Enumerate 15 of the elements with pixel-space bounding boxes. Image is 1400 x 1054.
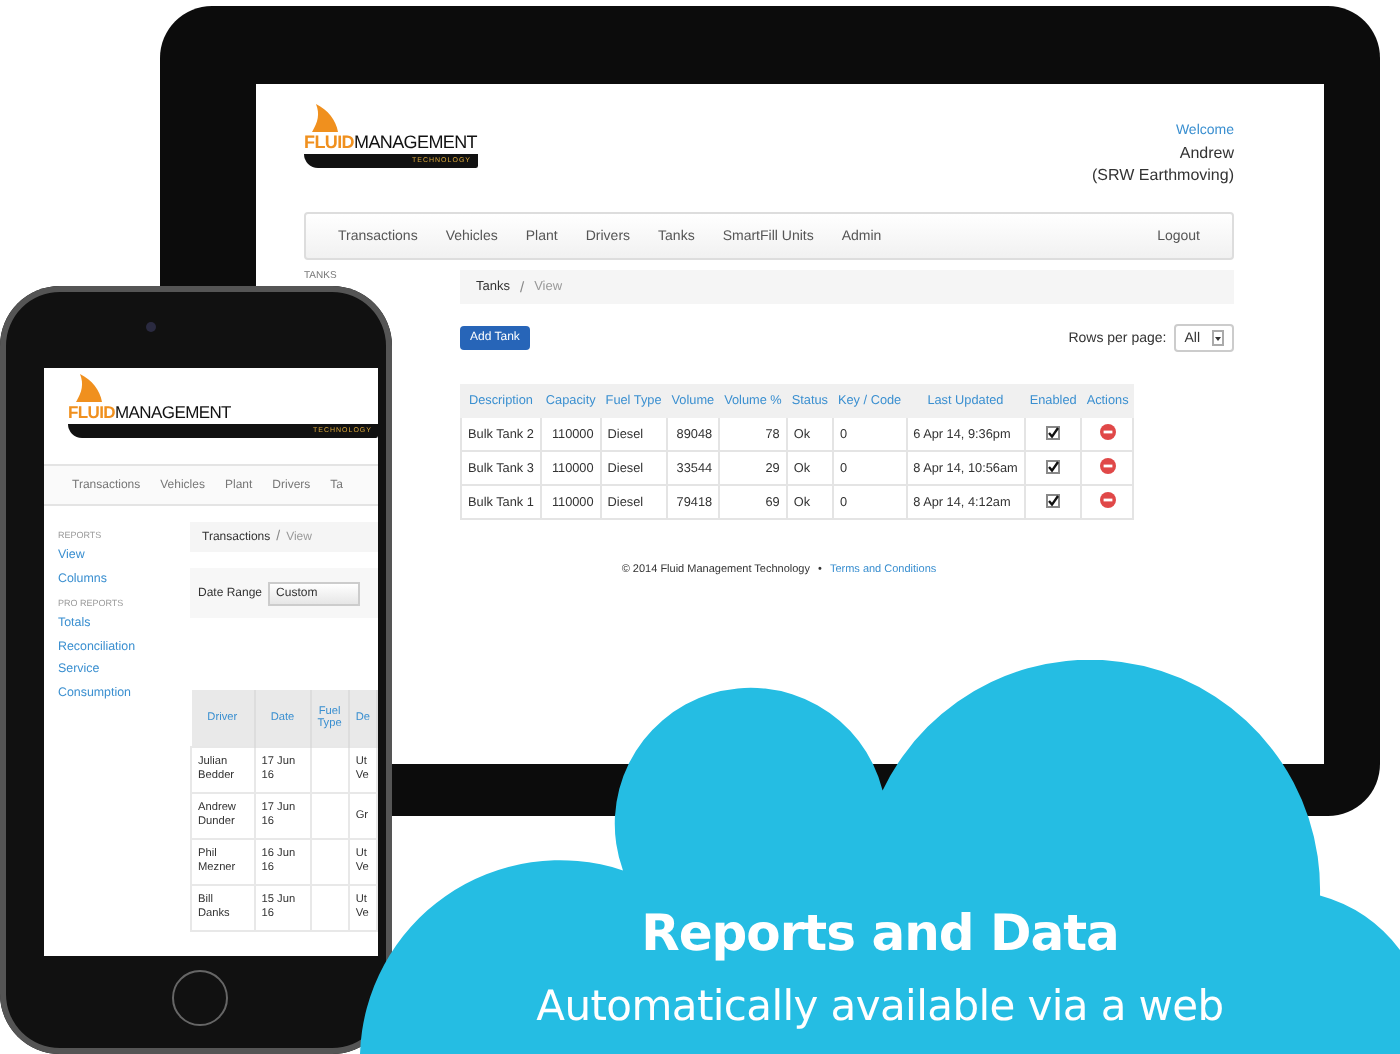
user-name: Andrew: [1179, 142, 1234, 164]
logo-fin-icon: [312, 104, 340, 132]
cloud-title: Reports and Data: [641, 904, 1119, 962]
checked-checkbox[interactable]: [1046, 459, 1061, 473]
logo-wordmark: FLUIDMANAGEMENT: [68, 402, 233, 422]
company-name: (SRW Earthmoving): [1092, 164, 1234, 186]
checked-checkbox[interactable]: [1046, 425, 1061, 439]
logo-wordmark: FLUIDMANAGEMENT: [304, 132, 478, 152]
camera-dot: [146, 322, 156, 332]
delete-icon[interactable]: [1099, 458, 1116, 474]
cloud-subtitle: Automatically available via a web: [536, 982, 1224, 1030]
logo-fin-icon: [76, 374, 104, 402]
delete-icon[interactable]: [1099, 424, 1116, 440]
checked-checkbox[interactable]: [1046, 493, 1061, 507]
delete-icon[interactable]: [1099, 492, 1116, 508]
